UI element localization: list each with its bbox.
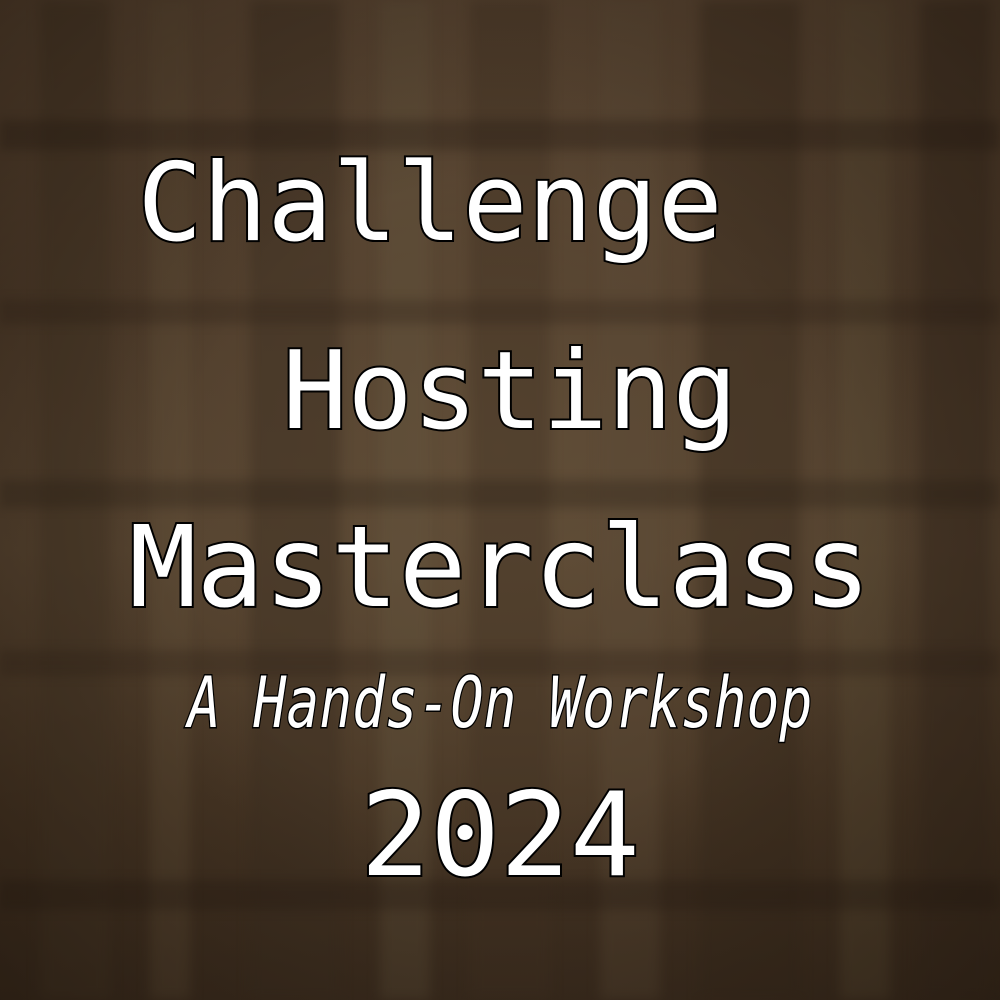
subtitle: A Hands-On Workshop xyxy=(187,662,814,744)
poster: Challenge Hosting Masterclass A Hands-On… xyxy=(0,0,1000,1000)
title-line-masterclass: Masterclass xyxy=(127,503,873,633)
title-line-hosting: Hosting xyxy=(280,329,739,454)
year: 2024 xyxy=(358,768,641,903)
title-line-challenge: Challenge xyxy=(135,141,724,266)
